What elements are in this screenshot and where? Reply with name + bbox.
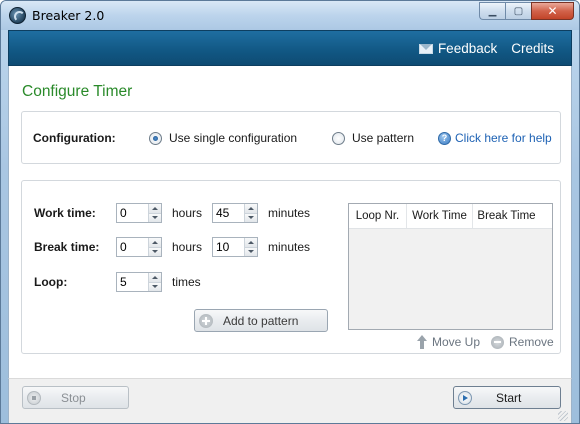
app-logo-icon	[9, 7, 26, 24]
work-minutes-arrows	[244, 204, 257, 222]
add-to-pattern-label: Add to pattern	[223, 313, 299, 328]
break-minutes-up-button[interactable]	[245, 238, 257, 248]
break-time-label: Break time:	[34, 240, 100, 254]
arrow-up-icon	[248, 240, 254, 244]
work-hours-down-button[interactable]	[149, 213, 161, 222]
arrow-down-icon	[152, 216, 158, 220]
arrow-up-icon	[417, 335, 427, 349]
mail-icon	[418, 43, 433, 54]
column-header-break-time[interactable]: Break Time	[473, 204, 540, 228]
pattern-table[interactable]: Loop Nr. Work Time Break Time	[348, 203, 553, 330]
loop-input[interactable]	[117, 273, 148, 291]
help-link[interactable]: ? Click here for help	[438, 131, 552, 145]
arrow-up-icon	[248, 206, 254, 210]
add-to-pattern-button[interactable]: Add to pattern	[194, 309, 328, 332]
start-label: Start	[496, 390, 522, 405]
maximize-button[interactable]: ▢	[505, 2, 531, 20]
stop-label: Stop	[61, 390, 86, 405]
header-band: Feedback Credits	[8, 30, 572, 66]
work-hours-stepper[interactable]	[116, 203, 162, 223]
move-up-button[interactable]: Move Up	[417, 335, 480, 349]
break-hours-stepper[interactable]	[116, 237, 162, 257]
work-hours-input[interactable]	[117, 204, 148, 222]
radio-checked-icon[interactable]	[149, 131, 162, 145]
arrow-down-icon	[152, 250, 158, 254]
work-minutes-unit: minutes	[268, 206, 311, 220]
break-hours-down-button[interactable]	[149, 247, 161, 256]
work-time-label: Work time:	[34, 206, 96, 220]
help-icon: ?	[438, 131, 451, 145]
break-hours-unit: hours	[172, 240, 203, 254]
radio-single-configuration[interactable]: Use single configuration	[149, 131, 297, 145]
loop-stepper[interactable]	[116, 272, 162, 292]
play-icon	[458, 390, 472, 405]
main-content: Configure Timer Configuration: Use singl…	[8, 66, 572, 378]
section-title: Configure Timer	[22, 83, 133, 100]
resize-grip-icon[interactable]	[558, 411, 568, 421]
arrow-down-icon	[248, 250, 254, 254]
column-header-work-time[interactable]: Work Time	[407, 204, 473, 228]
work-minutes-down-button[interactable]	[245, 213, 257, 222]
radio-single-label: Use single configuration	[169, 131, 298, 145]
break-hours-arrows	[148, 238, 161, 256]
work-hours-unit: hours	[172, 206, 203, 220]
break-minutes-stepper[interactable]	[212, 237, 258, 257]
add-icon	[199, 313, 213, 328]
start-button[interactable]: Start	[453, 386, 561, 409]
remove-icon	[491, 335, 504, 349]
stop-icon	[27, 390, 41, 405]
stop-button[interactable]: Stop	[22, 386, 129, 409]
loop-label: Loop:	[34, 275, 68, 289]
arrow-up-icon	[152, 240, 158, 244]
pattern-table-header: Loop Nr. Work Time Break Time	[349, 204, 552, 229]
app-window: Breaker 2.0 ▁ ▢ ✕ Feedback Credits Confi…	[0, 0, 580, 424]
radio-pattern-label: Use pattern	[352, 131, 415, 145]
minimize-button[interactable]: ▁	[479, 2, 505, 20]
break-minutes-arrows	[244, 238, 257, 256]
title-bar[interactable]: Breaker 2.0 ▁ ▢ ✕	[1, 1, 579, 30]
close-button[interactable]: ✕	[531, 2, 574, 20]
arrow-down-icon	[152, 285, 158, 289]
loop-unit: times	[172, 275, 201, 289]
break-hours-up-button[interactable]	[149, 238, 161, 248]
column-header-loop-nr[interactable]: Loop Nr.	[349, 204, 407, 228]
work-minutes-stepper[interactable]	[212, 203, 258, 223]
credits-label: Credits	[511, 41, 554, 56]
work-minutes-up-button[interactable]	[245, 204, 257, 214]
radio-use-pattern[interactable]: Use pattern	[332, 131, 414, 145]
arrow-down-icon	[248, 216, 254, 220]
loop-arrows	[148, 273, 161, 291]
timer-settings-group: Work time: hours minutes Break time:	[21, 180, 561, 354]
header-links: Feedback Credits	[418, 41, 554, 56]
window-controls: ▁ ▢ ✕	[479, 2, 574, 20]
help-link-label: Click here for help	[455, 131, 552, 145]
arrow-up-icon	[152, 275, 158, 279]
configuration-group: Configuration: Use single configuration …	[21, 111, 561, 164]
break-hours-input[interactable]	[117, 238, 148, 256]
loop-down-button[interactable]	[149, 282, 161, 291]
remove-button[interactable]: Remove	[491, 335, 554, 349]
break-minutes-down-button[interactable]	[245, 247, 257, 256]
loop-up-button[interactable]	[149, 273, 161, 283]
break-minutes-input[interactable]	[213, 238, 244, 256]
feedback-link[interactable]: Feedback	[418, 41, 498, 56]
feedback-label: Feedback	[437, 41, 498, 56]
work-hours-up-button[interactable]	[149, 204, 161, 214]
work-hours-arrows	[148, 204, 161, 222]
work-minutes-input[interactable]	[213, 204, 244, 222]
break-minutes-unit: minutes	[268, 240, 311, 254]
credits-link[interactable]: Credits	[511, 41, 554, 56]
move-up-label: Move Up	[432, 335, 481, 349]
footer-bar: Stop Start	[8, 378, 572, 423]
remove-label: Remove	[509, 335, 554, 349]
configuration-label: Configuration:	[33, 131, 116, 145]
window-title: Breaker 2.0	[32, 8, 105, 23]
arrow-up-icon	[152, 206, 158, 210]
radio-unchecked-icon[interactable]	[332, 131, 345, 145]
